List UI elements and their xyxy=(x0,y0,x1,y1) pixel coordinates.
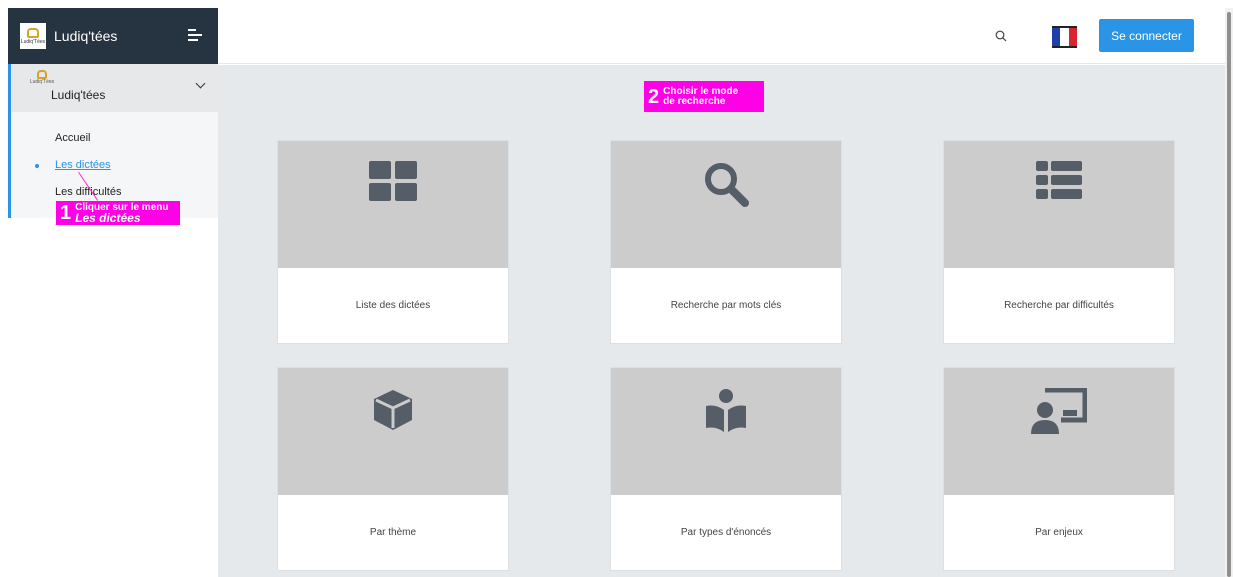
brand-bar: Ludiq'Tées Ludiq'tées xyxy=(8,8,218,64)
annotation-step-1: 1 Cliquer sur le menu Les dictées xyxy=(56,201,180,225)
card-label: Par thème xyxy=(369,527,417,538)
card-par-enjeux[interactable]: Par enjeux xyxy=(943,367,1175,571)
card-recherche-difficultes[interactable]: Recherche par difficultés xyxy=(943,140,1175,344)
scrollbar[interactable] xyxy=(1225,8,1233,577)
annotation-step-2: 2 Choisir le mode de recherche xyxy=(644,81,764,112)
card-label: Par types d'énoncés xyxy=(680,527,772,538)
presenter-icon xyxy=(1031,388,1087,434)
active-bullet-icon xyxy=(35,164,39,168)
sidebar-group: Ludiq'Tées Ludiq'tées Accueil Les dictée… xyxy=(8,64,218,218)
sidebar-group-title: Ludiq'tées xyxy=(51,88,106,102)
scrollbar-thumb[interactable] xyxy=(1227,12,1231,577)
brand-title[interactable]: Ludiq'tées xyxy=(54,28,117,44)
login-button[interactable]: Se connecter xyxy=(1099,19,1194,52)
card-label: Recherche par mots clés xyxy=(670,300,782,311)
search-icon xyxy=(705,163,749,207)
annotation-line-2: de recherche xyxy=(663,95,726,107)
sidebar-item-accueil[interactable]: Accueil xyxy=(55,132,90,144)
card-thumbnail xyxy=(278,368,508,495)
annotation-line-2: Les dictées xyxy=(75,211,141,225)
annotation-step-number: 2 xyxy=(648,85,660,108)
card-liste-dictees[interactable]: Liste des dictées xyxy=(277,140,509,344)
card-label: Par enjeux xyxy=(1035,527,1083,538)
cube-icon xyxy=(374,390,412,430)
annotation-step-number: 1 xyxy=(60,202,72,224)
language-flag-icon[interactable] xyxy=(1052,26,1077,48)
sidebar: Ludiq'Tées Ludiq'tées Accueil Les dictée… xyxy=(8,64,218,577)
card-thumbnail xyxy=(944,141,1174,268)
card-recherche-mots-cles[interactable]: Recherche par mots clés xyxy=(610,140,842,344)
card-thumbnail xyxy=(611,368,841,495)
sidebar-logo: Ludiq'Tées xyxy=(29,70,55,90)
sidebar-logo-text: Ludiq'Tées xyxy=(29,79,55,85)
book-icon xyxy=(27,27,39,38)
sidebar-item-dictees[interactable]: Les dictées xyxy=(55,159,111,171)
card-thumbnail xyxy=(611,141,841,268)
reader-icon xyxy=(706,389,746,432)
list-icon xyxy=(1036,161,1082,199)
brand-logo-text: Ludiq'Tées xyxy=(20,38,46,45)
main-content: Liste des dictées Recherche par mots clé… xyxy=(218,65,1225,577)
search-icon[interactable] xyxy=(995,30,1007,42)
brand-logo[interactable]: Ludiq'Tées xyxy=(20,23,46,49)
chevron-down-icon[interactable] xyxy=(195,78,206,89)
card-par-theme[interactable]: Par thème xyxy=(277,367,509,571)
card-label: Liste des dictées xyxy=(355,300,431,311)
annotation-step-text: Cliquer sur le menu Les dictées xyxy=(75,203,168,225)
sidebar-group-header[interactable]: Ludiq'Tées Ludiq'tées xyxy=(11,64,218,112)
card-thumbnail xyxy=(278,141,508,268)
card-label: Recherche par difficultés xyxy=(1004,300,1114,311)
annotation-step-text: Choisir le mode de recherche xyxy=(663,86,738,107)
card-par-types-enonces[interactable]: Par types d'énoncés xyxy=(610,367,842,571)
menu-toggle-icon[interactable] xyxy=(188,29,202,43)
card-thumbnail xyxy=(944,368,1174,495)
book-icon xyxy=(37,70,47,79)
grid-icon xyxy=(369,161,417,201)
top-header: Se connecter xyxy=(218,8,1225,64)
